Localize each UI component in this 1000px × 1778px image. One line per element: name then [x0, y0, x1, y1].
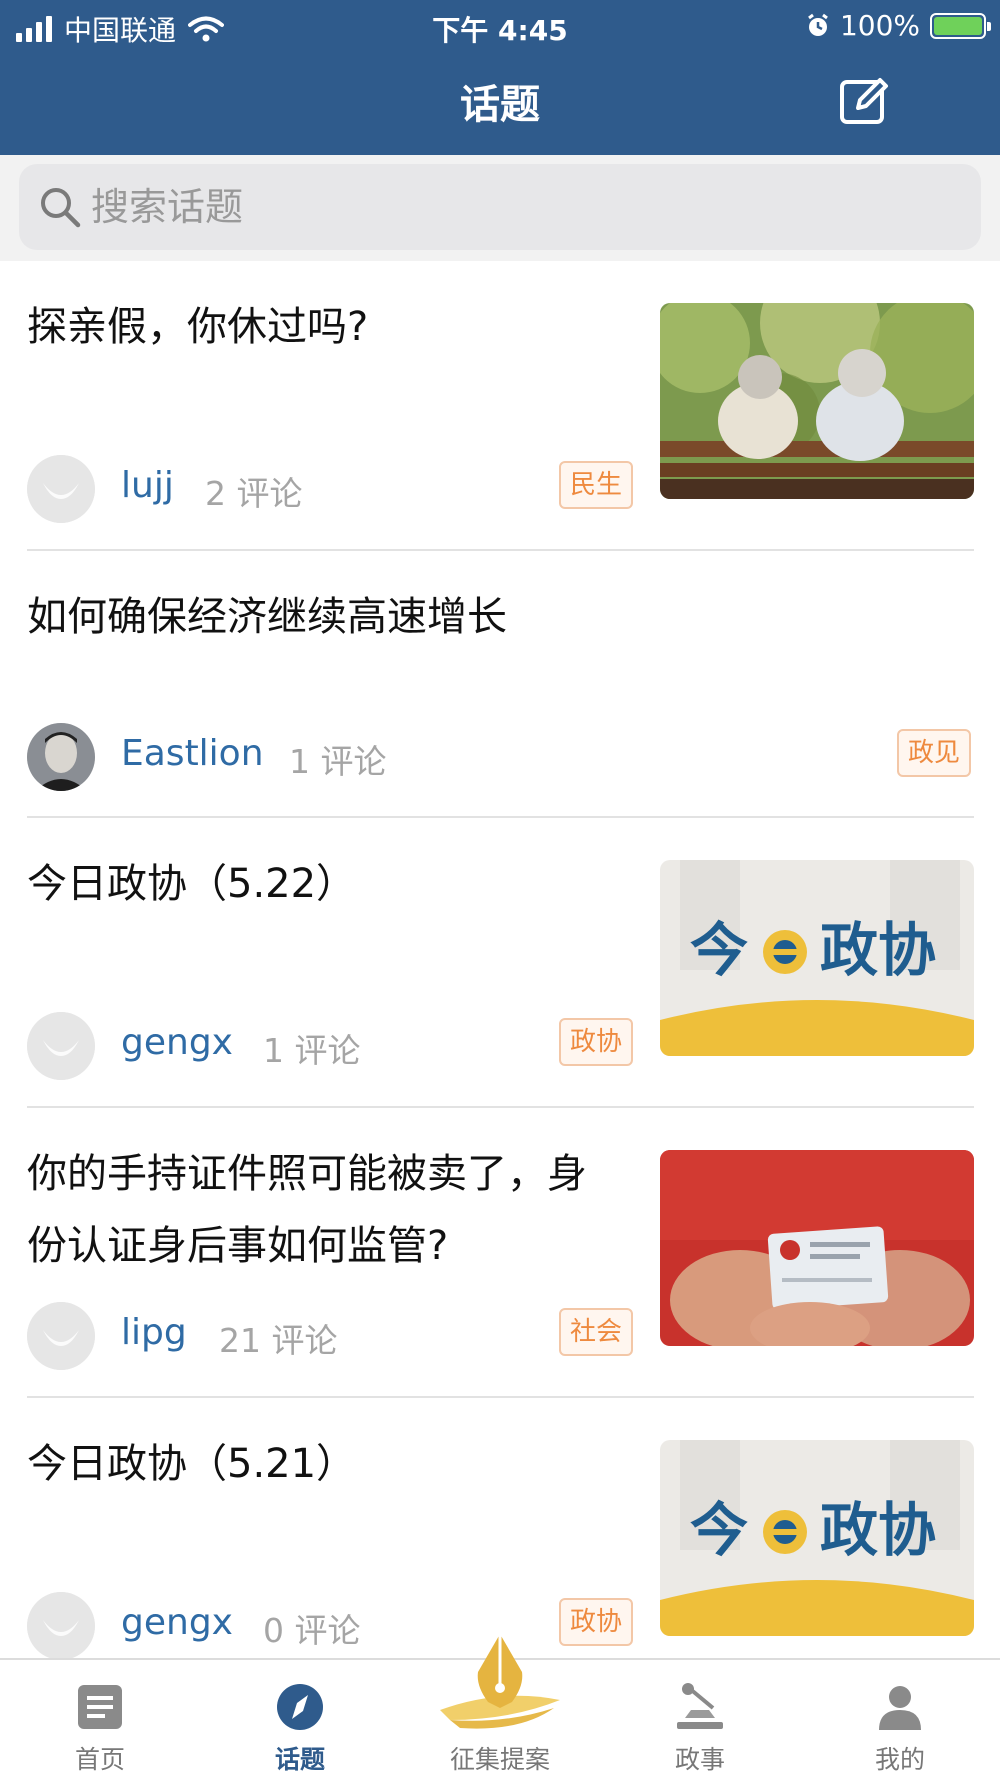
category-tag[interactable]: 政协 — [559, 1018, 634, 1066]
topic-title[interactable]: 你的手持证件照可能被卖了，身份认证身后事如何监管? — [27, 1138, 587, 1282]
topic-item[interactable]: 今日政协（5.22） gengx 1 评论 政协 今 政协 — [27, 818, 974, 1108]
topic-thumbnail[interactable]: 今 政协 — [660, 1440, 974, 1636]
topic-title[interactable]: 今日政协（5.21） — [27, 1428, 627, 1500]
search-input[interactable] — [91, 178, 951, 236]
topic-thumbnail[interactable] — [660, 303, 974, 499]
thumbnail-text: 政协 — [820, 916, 936, 984]
topic-item[interactable]: 你的手持证件照可能被卖了，身份认证身后事如何监管? lipg 21 评论 社会 — [27, 1108, 974, 1398]
thumbnail-text: 今 — [690, 916, 748, 984]
thumbnail-text: 今 — [690, 1496, 748, 1564]
avatar[interactable] — [27, 1592, 95, 1660]
search-icon — [41, 188, 81, 228]
tab-profile[interactable]: 我的 — [800, 1660, 1000, 1778]
avatar[interactable] — [27, 1012, 95, 1080]
topic-title[interactable]: 探亲假，你休过吗? — [27, 291, 627, 363]
compass-icon — [277, 1684, 323, 1730]
comment-count: 1 评论 — [263, 1031, 361, 1070]
search-box[interactable] — [19, 164, 981, 250]
author-name[interactable]: lipg — [121, 1312, 187, 1353]
author-name[interactable]: Eastlion — [121, 733, 264, 774]
status-bar: 中国联通 下午 4:45 100% — [0, 0, 1000, 50]
microphone-icon — [677, 1683, 723, 1729]
pen-nib-icon[interactable] — [430, 1628, 570, 1738]
author-name[interactable]: gengx — [121, 1602, 233, 1643]
person-icon — [879, 1686, 921, 1730]
tab-label: 政事 — [674, 1745, 725, 1774]
tab-home[interactable]: 首页 — [0, 1660, 200, 1778]
topic-meta: gengx 1 评论 政协 — [27, 1012, 637, 1082]
comment-count: 2 评论 — [205, 474, 303, 513]
comment-count: 0 评论 — [263, 1611, 361, 1650]
category-tag[interactable]: 社会 — [559, 1308, 634, 1356]
category-tag[interactable]: 政见 — [897, 729, 972, 777]
topic-meta: lipg 21 评论 社会 — [27, 1302, 637, 1372]
category-tag[interactable]: 民生 — [559, 461, 634, 509]
topic-meta: Eastlion 1 评论 政见 — [27, 723, 974, 793]
alarm-icon — [808, 13, 828, 36]
comment-count: 21 评论 — [219, 1321, 338, 1360]
tab-topics[interactable]: 话题 — [200, 1660, 400, 1778]
thumbnail-text: 政协 — [820, 1496, 936, 1564]
tab-label: 征集提案 — [449, 1745, 550, 1774]
topic-title[interactable]: 今日政协（5.22） — [27, 848, 627, 920]
topic-meta: lujj 2 评论 民生 — [27, 455, 637, 525]
avatar[interactable] — [27, 723, 95, 791]
author-name[interactable]: lujj — [121, 465, 174, 506]
tab-label: 话题 — [274, 1745, 325, 1774]
author-name[interactable]: gengx — [121, 1022, 233, 1063]
topic-item[interactable]: 探亲假，你休过吗? lujj 2 评论 民生 — [27, 261, 974, 551]
topic-item[interactable]: 如何确保经济继续高速增长 Eastlion 1 评论 政见 — [27, 551, 974, 818]
topic-title[interactable]: 如何确保经济继续高速增长 — [27, 581, 927, 653]
avatar[interactable] — [27, 455, 95, 523]
avatar[interactable] — [27, 1302, 95, 1370]
tab-affairs[interactable]: 政事 — [600, 1660, 800, 1778]
topic-thumbnail[interactable] — [660, 1150, 974, 1346]
tab-label: 我的 — [874, 1745, 925, 1774]
tab-label: 首页 — [74, 1745, 125, 1774]
document-icon — [78, 1685, 122, 1729]
battery-icon — [930, 12, 991, 39]
search-bar — [0, 155, 1000, 261]
battery-percent: 100% — [839, 9, 920, 42]
category-tag[interactable]: 政协 — [559, 1598, 634, 1646]
topic-thumbnail[interactable]: 今 政协 — [660, 860, 974, 1056]
comment-count: 1 评论 — [289, 742, 387, 781]
app-header: 中国联通 下午 4:45 100% 话题 — [0, 0, 1000, 155]
compose-icon[interactable] — [838, 74, 892, 128]
